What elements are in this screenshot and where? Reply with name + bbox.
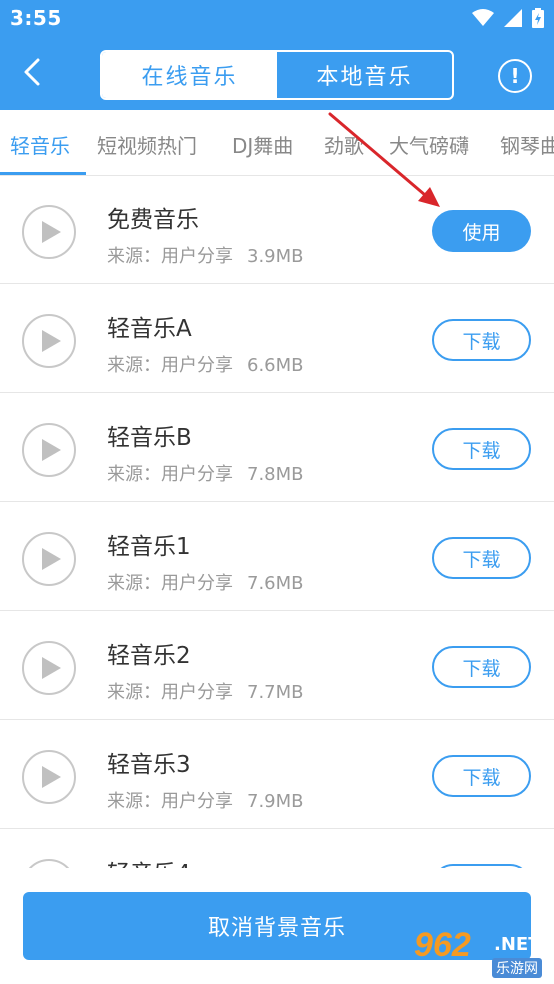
song-list: 免费音乐 来源：用户分享 3.9MB 使用 轻音乐A 来源：用户分享 6.6MB 下… [0, 176, 554, 868]
list-item: 轻音乐B 来源：用户分享 7.8MB 下载 [0, 394, 554, 502]
download-button[interactable]: 下载 [432, 428, 531, 470]
song-source: 来源：用户分享 [107, 464, 233, 485]
download-button[interactable]: 下载 [432, 319, 531, 361]
signal-icon [504, 9, 522, 27]
song-title: 轻音乐B [107, 425, 192, 451]
use-button[interactable]: 使用 [432, 210, 531, 252]
watermark-sub: 乐游网 [492, 958, 542, 978]
song-meta: 来源：用户分享 7.6MB [107, 569, 304, 595]
play-button[interactable] [22, 641, 76, 695]
song-source: 来源：用户分享 [107, 573, 233, 594]
song-meta: 来源：用户分享 7.8MB [107, 460, 304, 486]
tab-local-music[interactable]: 本地音乐 [277, 52, 452, 98]
song-meta: 来源：用户分享 3.9MB [107, 242, 304, 268]
song-title: 轻音乐4 [107, 854, 191, 868]
header: 在线音乐 本地音乐 ! [0, 38, 554, 110]
list-item: 轻音乐A 来源：用户分享 6.6MB 下载 [0, 285, 554, 393]
play-icon [42, 548, 61, 570]
song-source: 来源：用户分享 [107, 791, 233, 812]
song-meta: 来源：用户分享 7.7MB [107, 678, 304, 704]
list-item: 轻音乐4 [0, 830, 554, 868]
status-bar: 3:55 [0, 0, 554, 38]
info-icon: ! [510, 64, 520, 88]
song-size: 7.6MB [247, 573, 304, 594]
song-source: 来源：用户分享 [107, 355, 233, 376]
song-source: 来源：用户分享 [107, 682, 233, 703]
play-icon [42, 221, 61, 243]
chevron-left-icon [24, 58, 40, 86]
info-button[interactable]: ! [498, 59, 532, 93]
play-icon [42, 439, 61, 461]
download-button[interactable]: 下载 [432, 537, 531, 579]
song-source: 来源：用户分享 [107, 246, 233, 267]
play-button[interactable] [22, 423, 76, 477]
play-button[interactable] [22, 859, 76, 868]
play-icon [42, 330, 61, 352]
song-size: 7.8MB [247, 464, 304, 485]
category-tabs: 轻音乐 短视频热门 DJ舞曲 劲歌 大气磅礴 钢琴曲 [0, 110, 554, 176]
status-icons [472, 8, 544, 28]
battery-icon [532, 8, 544, 28]
status-time: 3:55 [10, 6, 62, 30]
song-size: 3.9MB [247, 246, 304, 267]
list-item: 轻音乐3 来源：用户分享 7.9MB 下载 [0, 721, 554, 829]
song-size: 7.9MB [247, 791, 304, 812]
category-short-video-hot[interactable]: 短视频热门 [97, 130, 197, 159]
category-piano[interactable]: 钢琴曲 [500, 130, 554, 159]
download-button[interactable]: 下载 [432, 755, 531, 797]
category-grand[interactable]: 大气磅礴 [389, 130, 469, 159]
song-meta: 来源：用户分享 7.9MB [107, 787, 304, 813]
play-icon [42, 766, 61, 788]
list-item: 轻音乐2 来源：用户分享 7.7MB 下载 [0, 612, 554, 720]
list-item: 免费音乐 来源：用户分享 3.9MB 使用 [0, 176, 554, 284]
play-button[interactable] [22, 205, 76, 259]
play-icon [42, 657, 61, 679]
category-dj-dance[interactable]: DJ舞曲 [232, 130, 293, 159]
category-light-music[interactable]: 轻音乐 [10, 130, 70, 159]
song-size: 7.7MB [247, 682, 304, 703]
category-power-songs[interactable]: 劲歌 [324, 130, 364, 159]
tab-online-music[interactable]: 在线音乐 [102, 52, 277, 98]
song-size: 6.6MB [247, 355, 304, 376]
song-title: 轻音乐1 [107, 534, 191, 560]
watermark-number: 962 [414, 926, 471, 964]
watermark-suffix: .NET [494, 934, 541, 955]
song-meta: 来源：用户分享 6.6MB [107, 351, 304, 377]
download-button[interactable]: 下载 [432, 646, 531, 688]
list-item: 轻音乐1 来源：用户分享 7.6MB 下载 [0, 503, 554, 611]
song-title: 免费音乐 [107, 207, 199, 233]
wifi-icon [472, 9, 494, 26]
play-button[interactable] [22, 750, 76, 804]
back-button[interactable] [16, 52, 56, 92]
play-button[interactable] [22, 314, 76, 368]
watermark-logo: 962 .NET 乐游网 [414, 926, 550, 980]
song-title: 轻音乐A [107, 316, 192, 342]
song-title: 轻音乐2 [107, 643, 191, 669]
source-segmented-control: 在线音乐 本地音乐 [100, 50, 454, 100]
song-title: 轻音乐3 [107, 752, 191, 778]
play-button[interactable] [22, 532, 76, 586]
